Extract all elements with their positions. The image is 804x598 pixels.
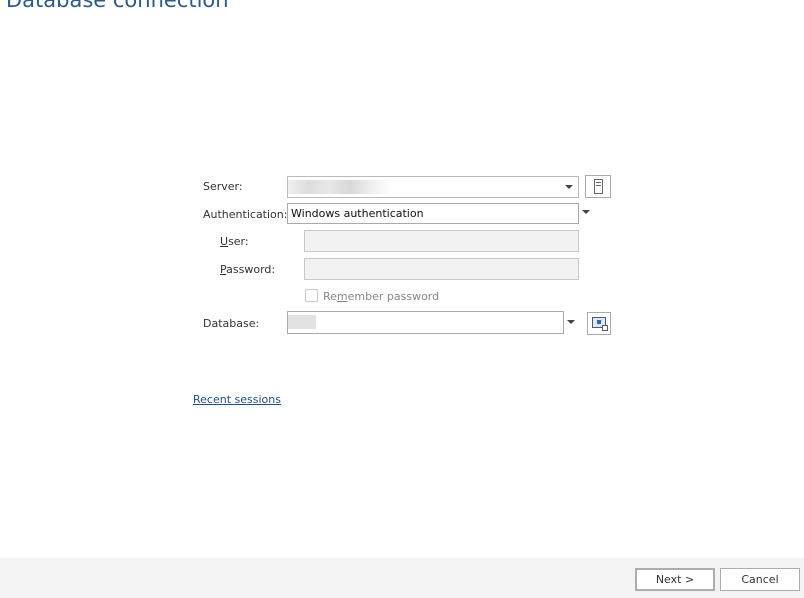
chevron-down-icon[interactable] <box>565 185 573 189</box>
server-label: Server: <box>203 180 243 193</box>
authentication-combobox[interactable]: Windows authentication <box>287 203 579 224</box>
recent-sessions-link[interactable]: Recent sessions <box>193 393 281 406</box>
remember-text-b: ember password <box>347 290 440 303</box>
browse-databases-button[interactable] <box>587 312 611 335</box>
remember-password-checkbox[interactable] <box>305 289 318 302</box>
user-label: User: <box>220 235 249 248</box>
database-dropdown-icon[interactable] <box>567 320 575 324</box>
user-label-mnemonic: U <box>220 235 229 248</box>
remember-text-a: Re <box>323 290 337 303</box>
password-input[interactable] <box>304 258 579 280</box>
server-combobox[interactable] <box>287 176 579 198</box>
page-title: Database connection <box>6 0 229 12</box>
footer-bar: Next > Cancel <box>0 558 804 598</box>
password-label-text: assword: <box>226 263 276 276</box>
database-label: Database: <box>203 317 260 330</box>
user-input[interactable] <box>304 230 579 252</box>
authentication-value: Windows authentication <box>291 207 424 220</box>
cancel-button[interactable]: Cancel <box>720 568 800 591</box>
database-value-redacted <box>288 315 316 329</box>
next-button[interactable]: Next > <box>635 568 715 591</box>
authentication-dropdown-icon[interactable] <box>582 210 590 214</box>
browse-servers-button[interactable] <box>585 175 611 198</box>
user-label-text: ser: <box>228 235 249 248</box>
server-icon <box>594 179 603 194</box>
remember-mnemonic: m <box>336 290 348 303</box>
database-browse-icon <box>592 317 608 331</box>
authentication-label: Authentication: <box>203 208 288 221</box>
password-label: Password: <box>220 263 275 276</box>
remember-password-label: Remember password <box>323 290 439 303</box>
database-combobox[interactable] <box>287 311 564 334</box>
server-value-redacted <box>288 180 391 194</box>
